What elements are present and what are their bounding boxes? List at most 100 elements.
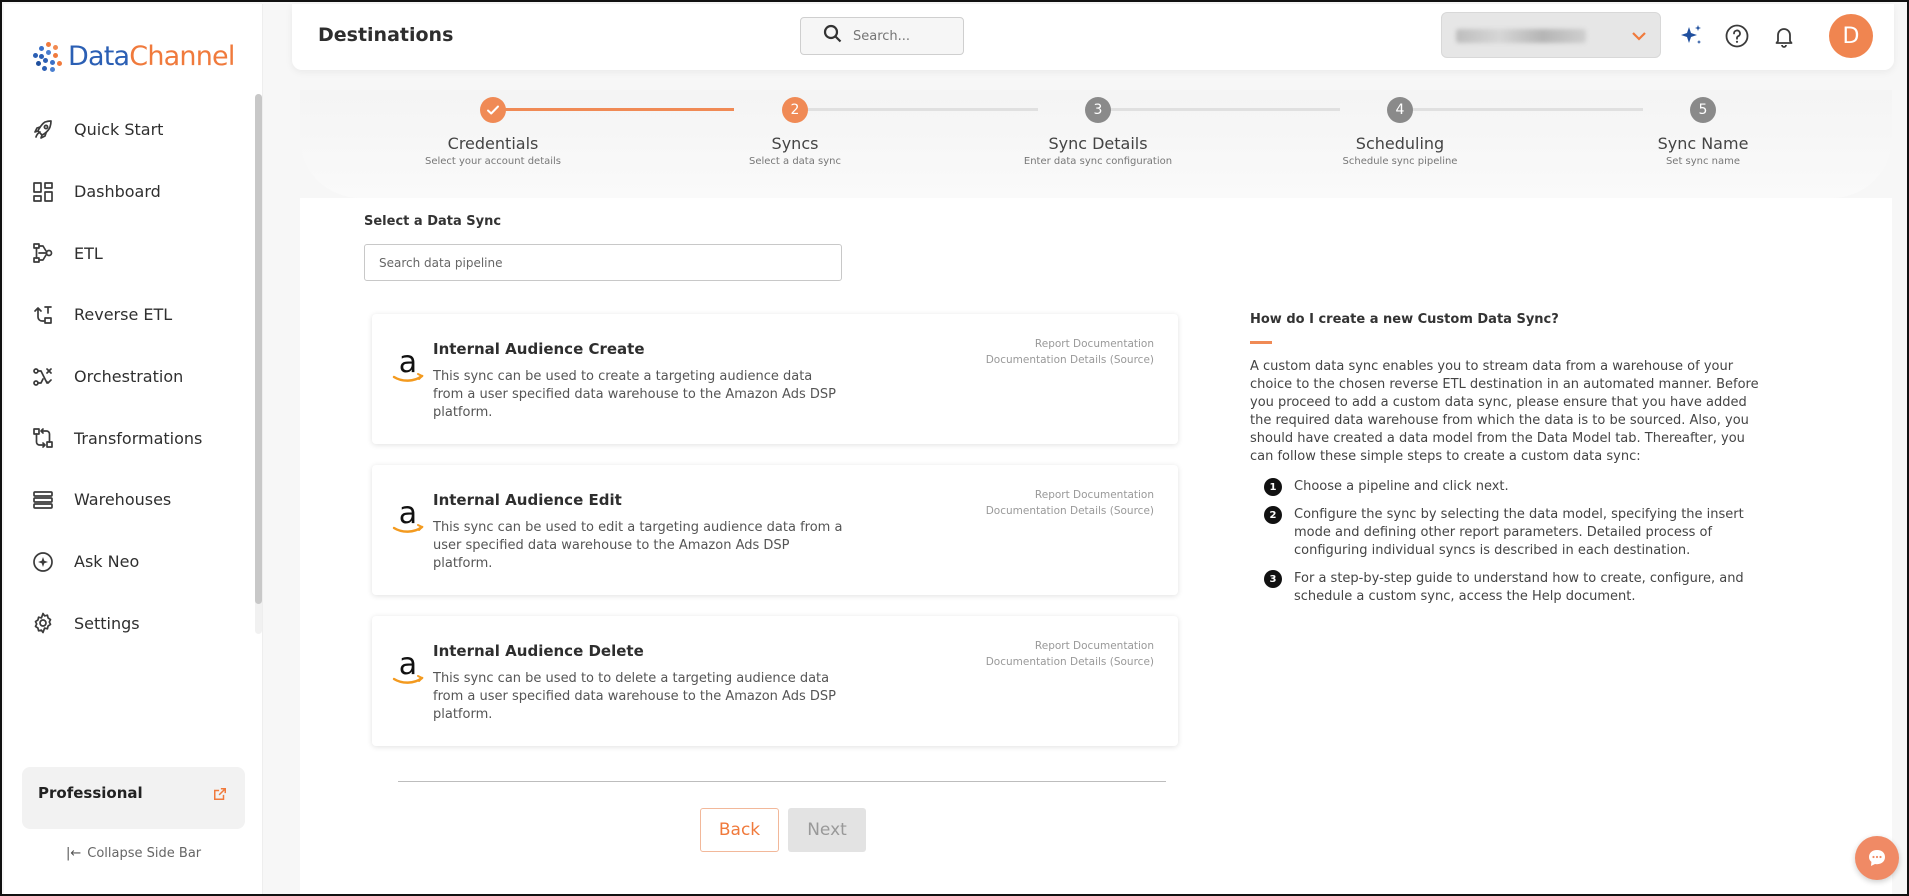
user-avatar[interactable]: D (1829, 14, 1873, 58)
search-icon (823, 24, 843, 48)
help-steps: 1 Choose a pipeline and click next. 2 Co… (1250, 478, 1770, 606)
report-documentation-link[interactable]: Report Documentation (986, 336, 1154, 352)
step-subtitle: Set sync name (1665, 156, 1741, 167)
help-step: 3 For a step-by-step guide to understand… (1250, 570, 1770, 606)
page-title: Destinations (318, 24, 454, 46)
svg-text:a: a (399, 348, 417, 380)
account-select[interactable] (1441, 12, 1661, 58)
chat-support-button[interactable] (1855, 836, 1899, 880)
external-link-icon[interactable] (213, 786, 229, 802)
step-number: 3 (1085, 97, 1111, 123)
collapse-arrow-icon: |← (66, 846, 82, 861)
sync-card-title: Internal Audience Create (433, 340, 645, 358)
step-number: 2 (782, 97, 808, 123)
sync-card-delete[interactable]: a Internal Audience Delete This sync can… (372, 616, 1178, 746)
main-content: Select a Data Sync a Internal Audience C… (300, 198, 1892, 894)
step-number: 5 (1690, 97, 1716, 123)
select-data-sync-label: Select a Data Sync (364, 214, 502, 229)
svg-text:a: a (399, 650, 417, 682)
amazon-logo-icon: a (392, 650, 424, 684)
help-panel: How do I create a new Custom Data Sync? … (1250, 312, 1770, 616)
step-title: Sync Name (1657, 134, 1749, 153)
documentation-details-link[interactable]: Documentation Details (Source) (986, 503, 1154, 519)
help-step-number: 1 (1264, 478, 1282, 496)
sync-card-description: This sync can be used to edit a targetin… (433, 520, 843, 571)
sync-card-title: Internal Audience Edit (433, 491, 622, 509)
sync-card-create[interactable]: a Internal Audience Create This sync can… (372, 314, 1178, 444)
sidebar-item-label: Orchestration (74, 367, 184, 387)
sidebar-item-quick-start[interactable]: Quick Start (4, 99, 254, 161)
help-title: How do I create a new Custom Data Sync? (1250, 312, 1559, 327)
sync-card-edit[interactable]: a Internal Audience Edit This sync can b… (372, 465, 1178, 595)
sidebar-item-label: Settings (74, 613, 140, 633)
step-sync-name[interactable]: 5 Sync Name Set sync name (1603, 97, 1803, 167)
sync-card-links: Report Documentation Documentation Detai… (986, 336, 1154, 368)
step-syncs[interactable]: 2 Syncs Select a data sync (695, 97, 895, 167)
top-header: Destinations D (292, 4, 1894, 70)
sync-card-links: Report Documentation Documentation Detai… (986, 487, 1154, 519)
sidebar-scrollbar[interactable] (255, 94, 262, 634)
sidebar-item-transformations[interactable]: Transformations (4, 407, 254, 469)
sync-card-title: Internal Audience Delete (433, 642, 644, 660)
sidebar-item-label: ETL (74, 243, 103, 263)
documentation-details-link[interactable]: Documentation Details (Source) (986, 352, 1154, 368)
reverse-etl-icon (30, 302, 56, 328)
step-scheduling[interactable]: 4 Scheduling Schedule sync pipeline (1300, 97, 1500, 167)
help-step-number: 3 (1264, 570, 1282, 588)
pipeline-search-input[interactable] (364, 244, 842, 281)
report-documentation-link[interactable]: Report Documentation (986, 487, 1154, 503)
plan-box[interactable]: Professional (22, 767, 245, 829)
sidebar-item-settings[interactable]: Settings (4, 593, 254, 655)
step-subtitle: Schedule sync pipeline (1342, 156, 1458, 167)
sync-card-description: This sync can be used to create a target… (433, 369, 836, 420)
step-title: Syncs (771, 134, 819, 153)
global-search[interactable] (800, 17, 964, 55)
help-accent-bar (1250, 341, 1272, 344)
help-step-number: 2 (1264, 506, 1282, 524)
divider (398, 781, 1166, 782)
sidebar-item-dashboard[interactable]: Dashboard (4, 161, 254, 223)
logo-text-channel: Channel (129, 40, 235, 72)
step-subtitle: Enter data sync configuration (1023, 156, 1173, 167)
sidebar-item-label: Dashboard (74, 182, 161, 202)
amazon-logo-icon: a (392, 348, 424, 382)
logo-text: DataChannel (68, 41, 235, 72)
transformations-icon (30, 425, 56, 451)
sidebar-scrollbar-thumb[interactable] (255, 94, 262, 604)
ask-neo-icon (30, 549, 56, 575)
collapse-sidebar-label: Collapse Side Bar (87, 846, 202, 861)
documentation-details-link[interactable]: Documentation Details (Source) (986, 654, 1154, 670)
collapse-sidebar-button[interactable]: |← Collapse Side Bar (66, 846, 201, 861)
warehouses-icon (30, 487, 56, 513)
sidebar-item-ask-neo[interactable]: Ask Neo (4, 531, 254, 593)
sidebar-item-label: Warehouses (74, 490, 172, 510)
report-documentation-link[interactable]: Report Documentation (986, 638, 1154, 654)
back-button[interactable]: Back (700, 808, 779, 852)
bell-icon[interactable] (1770, 22, 1798, 50)
global-search-input[interactable] (853, 28, 953, 44)
help-icon[interactable] (1723, 22, 1751, 50)
brand-logo[interactable]: DataChannel (30, 34, 235, 78)
sidebar-item-warehouses[interactable]: Warehouses (4, 469, 254, 531)
sidebar-item-label: Ask Neo (74, 552, 140, 572)
help-step: 2 Configure the sync by selecting the da… (1250, 506, 1770, 560)
step-title: Sync Details (1048, 134, 1148, 153)
help-step-text: For a step-by-step guide to understand h… (1294, 571, 1744, 604)
next-button[interactable]: Next (788, 808, 866, 852)
account-name-redacted (1456, 29, 1586, 43)
check-icon (480, 97, 506, 123)
step-number: 4 (1387, 97, 1413, 123)
step-sync-details[interactable]: 3 Sync Details Enter data sync configura… (998, 97, 1198, 167)
step-title: Credentials (447, 134, 539, 153)
amazon-logo-icon: a (392, 499, 424, 533)
sidebar-item-etl[interactable]: ETL (4, 222, 254, 284)
sidebar-item-label: Reverse ETL (74, 305, 173, 325)
sidebar-item-orchestration[interactable]: Orchestration (4, 346, 254, 408)
sparkle-ai-icon[interactable] (1677, 22, 1705, 50)
chevron-down-icon (1630, 27, 1648, 49)
sidebar-item-reverse-etl[interactable]: Reverse ETL (4, 284, 254, 346)
step-credentials[interactable]: Credentials Select your account details (393, 97, 593, 167)
plan-label: Professional (38, 784, 143, 802)
help-step: 1 Choose a pipeline and click next. (1250, 478, 1770, 496)
help-body: A custom data sync enables you to stream… (1250, 359, 1759, 464)
